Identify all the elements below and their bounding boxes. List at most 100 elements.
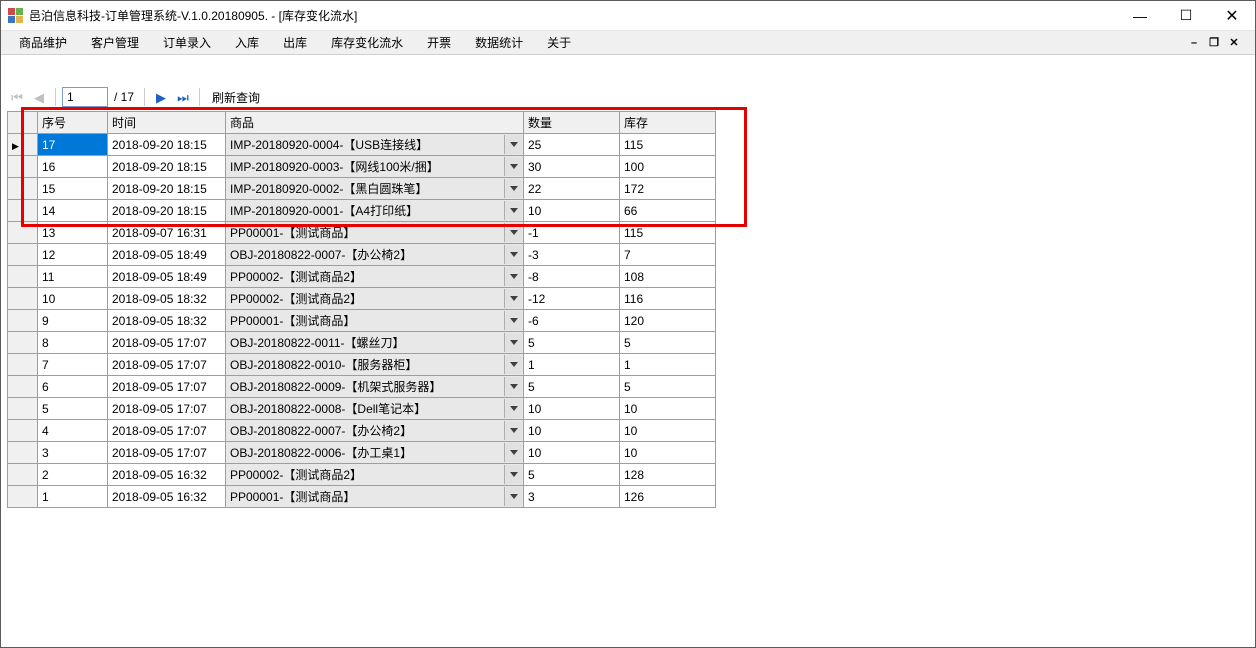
cell-product[interactable]: OBJ-20180822-0007-【办公椅2】 (226, 420, 524, 442)
cell-seq[interactable]: 7 (38, 354, 108, 376)
mdi-minimize-button[interactable]: – (1185, 35, 1203, 51)
cell-seq[interactable]: 14 (38, 200, 108, 222)
col-header-stock[interactable]: 库存 (620, 112, 716, 134)
cell-qty[interactable]: -12 (524, 288, 620, 310)
row-header[interactable] (8, 420, 38, 442)
cell-stock[interactable]: 10 (620, 442, 716, 464)
pager-current-input[interactable] (62, 87, 108, 107)
cell-product[interactable]: IMP-20180920-0002-【黑白圆珠笔】 (226, 178, 524, 200)
cell-stock[interactable]: 108 (620, 266, 716, 288)
cell-seq[interactable]: 15 (38, 178, 108, 200)
row-header[interactable] (8, 398, 38, 420)
cell-time[interactable]: 2018-09-20 18:15 (108, 200, 226, 222)
cell-qty[interactable]: 10 (524, 398, 620, 420)
cell-seq[interactable]: 10 (38, 288, 108, 310)
cell-stock[interactable]: 10 (620, 398, 716, 420)
cell-qty[interactable]: 5 (524, 464, 620, 486)
dropdown-button[interactable] (504, 245, 522, 264)
row-header[interactable] (8, 244, 38, 266)
pager-refresh-button[interactable]: 刷新查询 (206, 89, 266, 106)
cell-stock[interactable]: 120 (620, 310, 716, 332)
cell-product[interactable]: PP00002-【测试商品2】 (226, 288, 524, 310)
dropdown-button[interactable] (504, 157, 522, 176)
dropdown-button[interactable] (504, 465, 522, 484)
close-button[interactable]: ✕ (1209, 1, 1255, 30)
cell-qty[interactable]: -3 (524, 244, 620, 266)
cell-stock[interactable]: 7 (620, 244, 716, 266)
col-header-seq[interactable]: 序号 (38, 112, 108, 134)
cell-product[interactable]: IMP-20180920-0003-【网线100米/捆】 (226, 156, 524, 178)
cell-time[interactable]: 2018-09-05 17:07 (108, 332, 226, 354)
cell-stock[interactable]: 116 (620, 288, 716, 310)
cell-qty[interactable]: 25 (524, 134, 620, 156)
cell-time[interactable]: 2018-09-05 18:49 (108, 266, 226, 288)
row-header[interactable] (8, 200, 38, 222)
cell-time[interactable]: 2018-09-05 17:07 (108, 398, 226, 420)
cell-stock[interactable]: 126 (620, 486, 716, 508)
dropdown-button[interactable] (504, 267, 522, 286)
cell-product[interactable]: PP00002-【测试商品2】 (226, 464, 524, 486)
dropdown-button[interactable] (504, 223, 522, 242)
dropdown-button[interactable] (504, 201, 522, 220)
mdi-close-button[interactable]: ✕ (1225, 35, 1243, 51)
cell-seq[interactable]: 2 (38, 464, 108, 486)
cell-product[interactable]: OBJ-20180822-0007-【办公椅2】 (226, 244, 524, 266)
cell-qty[interactable]: 10 (524, 200, 620, 222)
table-row[interactable]: 52018-09-05 17:07OBJ-20180822-0008-【Dell… (8, 398, 716, 420)
table-row[interactable]: 72018-09-05 17:07OBJ-20180822-0010-【服务器柜… (8, 354, 716, 376)
dropdown-button[interactable] (504, 135, 522, 154)
cell-seq[interactable]: 17 (38, 134, 108, 156)
cell-product[interactable]: OBJ-20180822-0008-【Dell笔记本】 (226, 398, 524, 420)
menu-customer[interactable]: 客户管理 (81, 31, 149, 54)
cell-time[interactable]: 2018-09-05 17:07 (108, 354, 226, 376)
col-header-row[interactable] (8, 112, 38, 134)
dropdown-button[interactable] (504, 333, 522, 352)
row-header[interactable] (8, 134, 38, 156)
cell-seq[interactable]: 16 (38, 156, 108, 178)
col-header-time[interactable]: 时间 (108, 112, 226, 134)
cell-product[interactable]: OBJ-20180822-0010-【服务器柜】 (226, 354, 524, 376)
cell-time[interactable]: 2018-09-05 17:07 (108, 442, 226, 464)
dropdown-button[interactable] (504, 487, 522, 506)
cell-product[interactable]: OBJ-20180822-0006-【办工桌1】 (226, 442, 524, 464)
menu-stats[interactable]: 数据统计 (465, 31, 533, 54)
cell-seq[interactable]: 1 (38, 486, 108, 508)
cell-stock[interactable]: 5 (620, 376, 716, 398)
cell-qty[interactable]: -6 (524, 310, 620, 332)
table-row[interactable]: 12018-09-05 16:32PP00001-【测试商品】3126 (8, 486, 716, 508)
cell-product[interactable]: IMP-20180920-0001-【A4打印纸】 (226, 200, 524, 222)
row-header[interactable] (8, 464, 38, 486)
dropdown-button[interactable] (504, 355, 522, 374)
col-header-qty[interactable]: 数量 (524, 112, 620, 134)
cell-stock[interactable]: 66 (620, 200, 716, 222)
cell-time[interactable]: 2018-09-20 18:15 (108, 156, 226, 178)
dropdown-button[interactable] (504, 311, 522, 330)
table-row[interactable]: 102018-09-05 18:32PP00002-【测试商品2】-12116 (8, 288, 716, 310)
dropdown-button[interactable] (504, 421, 522, 440)
cell-time[interactable]: 2018-09-20 18:15 (108, 178, 226, 200)
cell-product[interactable]: PP00001-【测试商品】 (226, 486, 524, 508)
cell-seq[interactable]: 8 (38, 332, 108, 354)
dropdown-button[interactable] (504, 289, 522, 308)
cell-seq[interactable]: 13 (38, 222, 108, 244)
dropdown-button[interactable] (504, 443, 522, 462)
cell-product[interactable]: PP00001-【测试商品】 (226, 310, 524, 332)
cell-qty[interactable]: 10 (524, 420, 620, 442)
cell-product[interactable]: PP00002-【测试商品2】 (226, 266, 524, 288)
row-header[interactable] (8, 310, 38, 332)
cell-stock[interactable]: 10 (620, 420, 716, 442)
menu-product[interactable]: 商品维护 (9, 31, 77, 54)
table-row[interactable]: 92018-09-05 18:32PP00001-【测试商品】-6120 (8, 310, 716, 332)
cell-time[interactable]: 2018-09-05 18:49 (108, 244, 226, 266)
row-header[interactable] (8, 178, 38, 200)
table-row[interactable]: 122018-09-05 18:49OBJ-20180822-0007-【办公椅… (8, 244, 716, 266)
cell-qty[interactable]: 5 (524, 332, 620, 354)
row-header[interactable] (8, 442, 38, 464)
cell-seq[interactable]: 6 (38, 376, 108, 398)
cell-stock[interactable]: 115 (620, 134, 716, 156)
grid-container[interactable]: 序号 时间 商品 数量 库存 172018-09-20 18:15IMP-201… (7, 111, 1249, 641)
menu-stock-flow[interactable]: 库存变化流水 (321, 31, 413, 54)
cell-seq[interactable]: 5 (38, 398, 108, 420)
table-row[interactable]: 112018-09-05 18:49PP00002-【测试商品2】-8108 (8, 266, 716, 288)
cell-time[interactable]: 2018-09-05 16:32 (108, 486, 226, 508)
